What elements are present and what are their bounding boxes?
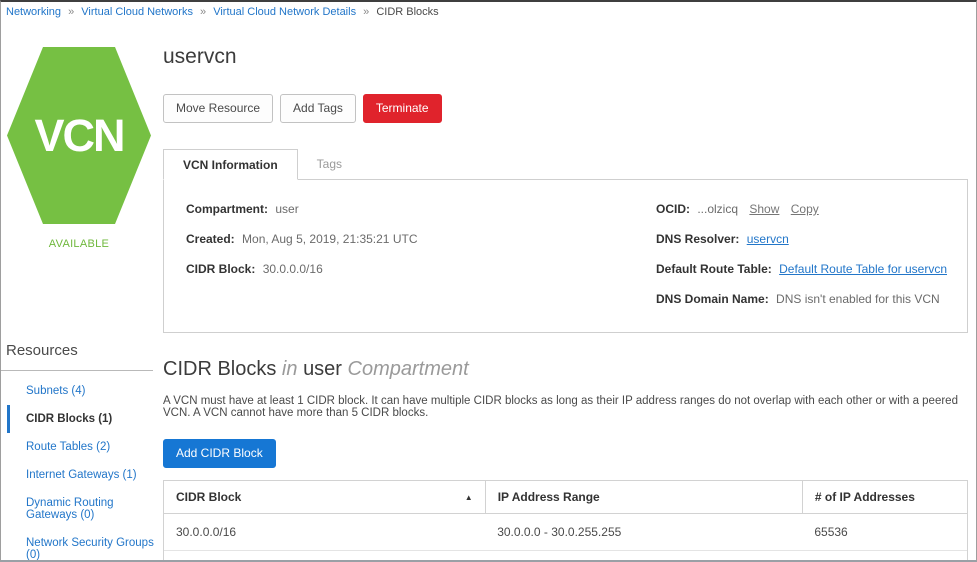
main-content: uservcn Move Resource Add Tags Terminate… [157, 21, 976, 562]
move-resource-button[interactable]: Move Resource [163, 94, 273, 123]
vcn-hexagon-icon: VCN [7, 47, 151, 224]
cell-num-ip-addresses: 65536 [802, 514, 967, 551]
column-header-cidr-block[interactable]: CIDR Block ▲ [164, 481, 485, 514]
cidr-section-title-main: CIDR Blocks [163, 358, 276, 380]
info-dns-domain: DNS Domain Name: DNS isn't enabled for t… [656, 292, 949, 306]
dns-resolver-link[interactable]: uservcn [747, 232, 789, 246]
info-default-route-table: Default Route Table: Default Route Table… [656, 262, 949, 276]
breadcrumb-separator: » [200, 6, 206, 18]
cidr-section-title-in: in [282, 358, 298, 380]
resources-title: Resources [1, 342, 157, 359]
info-ocid-label: OCID: [656, 202, 690, 216]
tab-bar: VCN Information Tags [163, 149, 968, 180]
sidebar-item-internet-gateways[interactable]: Internet Gateways (1) [7, 461, 157, 489]
cidr-section-title: CIDR Blocks in user Compartment [163, 358, 968, 381]
table-footer [164, 551, 967, 562]
breadcrumb-separator: » [68, 6, 74, 18]
sidebar-item-subnets[interactable]: Subnets (4) [7, 377, 157, 405]
info-dns-domain-label: DNS Domain Name: [656, 292, 769, 306]
breadcrumb-link-vcn-details[interactable]: Virtual Cloud Network Details [213, 6, 356, 18]
tab-tags[interactable]: Tags [298, 149, 361, 179]
column-header-num-ip-addresses[interactable]: # of IP Addresses [802, 481, 967, 514]
table-toolbar: Add CIDR Block [163, 439, 968, 468]
sidebar-divider [1, 370, 153, 371]
vcn-details-page: Networking » Virtual Cloud Networks » Vi… [0, 0, 977, 562]
info-created: Created: Mon, Aug 5, 2019, 21:35:21 UTC [186, 232, 656, 246]
cell-cidr-block: 30.0.0.0/16 [164, 514, 485, 551]
cidr-section-compartment-word: Compartment [348, 358, 469, 380]
resources-sidebar: Resources Subnets (4) CIDR Blocks (1) Ro… [1, 342, 157, 562]
resources-list: Subnets (4) CIDR Blocks (1) Route Tables… [7, 377, 157, 562]
column-header-cidr-block-label: CIDR Block [176, 490, 241, 504]
vcn-information-panel: Compartment: user Created: Mon, Aug 5, 2… [163, 180, 968, 333]
cidr-section-compartment-name: user [303, 358, 342, 380]
page-title: uservcn [163, 45, 968, 69]
breadcrumb-link-virtual-cloud-networks[interactable]: Virtual Cloud Networks [81, 6, 193, 18]
sidebar-item-network-security-groups[interactable]: Network Security Groups (0) [7, 529, 157, 562]
info-ocid-value: ...olzicq [697, 202, 738, 216]
sidebar-item-cidr-blocks[interactable]: CIDR Blocks (1) [7, 405, 157, 433]
cidr-table: CIDR Block ▲ IP Address Range # of IP Add… [164, 481, 967, 551]
table-row[interactable]: 30.0.0.0/16 30.0.0.0 - 30.0.255.255 6553… [164, 514, 967, 551]
tab-vcn-information[interactable]: VCN Information [163, 149, 298, 180]
info-column-right: OCID: ...olzicq Show Copy DNS Resolver: … [656, 202, 949, 308]
info-ocid: OCID: ...olzicq Show Copy [656, 202, 949, 216]
sort-ascending-icon[interactable]: ▲ [465, 493, 473, 502]
vcn-icon-label: VCN [34, 110, 123, 162]
info-created-value: Mon, Aug 5, 2019, 21:35:21 UTC [242, 232, 417, 246]
info-dns-resolver-label: DNS Resolver: [656, 232, 739, 246]
info-cidr-block: CIDR Block: 30.0.0.0/16 [186, 262, 656, 276]
info-cidr-block-value: 30.0.0.0/16 [263, 262, 323, 276]
breadcrumb: Networking » Virtual Cloud Networks » Vi… [1, 2, 976, 21]
info-default-route-table-label: Default Route Table: [656, 262, 772, 276]
info-compartment-label: Compartment: [186, 202, 268, 216]
info-dns-resolver: DNS Resolver: uservcn [656, 232, 949, 246]
info-cidr-block-label: CIDR Block: [186, 262, 255, 276]
ocid-show-link[interactable]: Show [749, 202, 779, 216]
left-column: VCN AVAILABLE Resources Subnets (4) CIDR… [1, 21, 157, 562]
cell-ip-address-range: 30.0.0.0 - 30.0.255.255 [485, 514, 802, 551]
terminate-button[interactable]: Terminate [363, 94, 442, 123]
status-badge: AVAILABLE [1, 238, 157, 250]
page-body: VCN AVAILABLE Resources Subnets (4) CIDR… [1, 21, 976, 562]
info-compartment: Compartment: user [186, 202, 656, 216]
cidr-section-description: A VCN must have at least 1 CIDR block. I… [163, 395, 968, 419]
breadcrumb-current-cidr-blocks: CIDR Blocks [376, 6, 438, 18]
info-compartment-value: user [275, 202, 298, 216]
action-buttons: Move Resource Add Tags Terminate [163, 94, 968, 123]
sidebar-item-dynamic-routing-gateways[interactable]: Dynamic Routing Gateways (0) [7, 489, 157, 529]
ocid-copy-link[interactable]: Copy [791, 202, 819, 216]
breadcrumb-link-networking[interactable]: Networking [6, 6, 61, 18]
add-tags-button[interactable]: Add Tags [280, 94, 356, 123]
sidebar-item-route-tables[interactable]: Route Tables (2) [7, 433, 157, 461]
info-created-label: Created: [186, 232, 235, 246]
table-header-row: CIDR Block ▲ IP Address Range # of IP Add… [164, 481, 967, 514]
breadcrumb-separator: » [363, 6, 369, 18]
column-header-ip-address-range[interactable]: IP Address Range [485, 481, 802, 514]
default-route-table-link[interactable]: Default Route Table for uservcn [779, 262, 947, 276]
cidr-table-container: CIDR Block ▲ IP Address Range # of IP Add… [163, 480, 968, 562]
info-dns-domain-value: DNS isn't enabled for this VCN [776, 292, 940, 306]
add-cidr-block-button[interactable]: Add CIDR Block [163, 439, 276, 468]
info-column-left: Compartment: user Created: Mon, Aug 5, 2… [186, 202, 656, 308]
